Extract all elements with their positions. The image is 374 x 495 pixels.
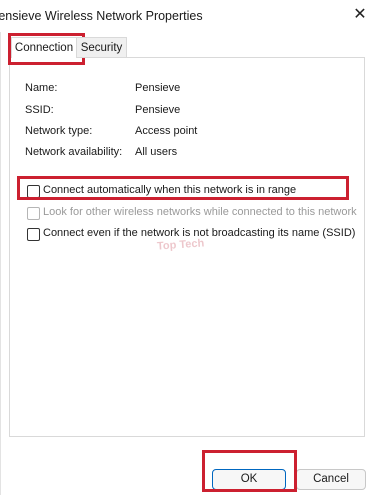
- tab-connection[interactable]: Connection: [11, 37, 77, 58]
- ssid-label: SSID:: [25, 104, 54, 116]
- tab-connection-label: Connection: [14, 42, 74, 54]
- network-type-value: Access point: [135, 125, 198, 137]
- checkbox-box[interactable]: [27, 185, 40, 198]
- look-for-other-networks-label: Look for other wireless networks while c…: [43, 206, 357, 218]
- network-availability-label: Network availability:: [25, 146, 123, 158]
- info-row-availability: Network availability: All users: [25, 146, 355, 162]
- info-row-network-type: Network type: Access point: [25, 125, 355, 141]
- connect-automatically-label: Connect automatically when this network …: [43, 184, 297, 196]
- close-icon[interactable]: ✕: [351, 5, 369, 25]
- checkbox-box: [27, 207, 40, 220]
- checkbox-box[interactable]: [27, 228, 40, 241]
- name-label: Name:: [25, 82, 58, 94]
- network-type-label: Network type:: [25, 125, 93, 137]
- ssid-value: Pensieve: [135, 104, 181, 116]
- look-for-other-networks-checkbox: Look for other wireless networks while c…: [27, 205, 362, 223]
- window-title: Pensieve Wireless Network Properties: [0, 9, 203, 23]
- cancel-button[interactable]: Cancel: [296, 469, 366, 490]
- network-availability-value: All users: [135, 146, 178, 158]
- title-bar: Pensieve Wireless Network Properties ✕: [0, 0, 374, 32]
- name-value: Pensieve: [135, 82, 181, 94]
- window-edge: [0, 32, 1, 495]
- ok-button[interactable]: OK: [212, 469, 286, 490]
- tab-security-label: Security: [80, 42, 123, 54]
- info-row-ssid: SSID: Pensieve: [25, 104, 355, 120]
- tab-security[interactable]: Security: [77, 37, 127, 58]
- info-row-name: Name: Pensieve: [25, 82, 355, 98]
- connect-automatically-checkbox[interactable]: Connect automatically when this network …: [27, 183, 362, 201]
